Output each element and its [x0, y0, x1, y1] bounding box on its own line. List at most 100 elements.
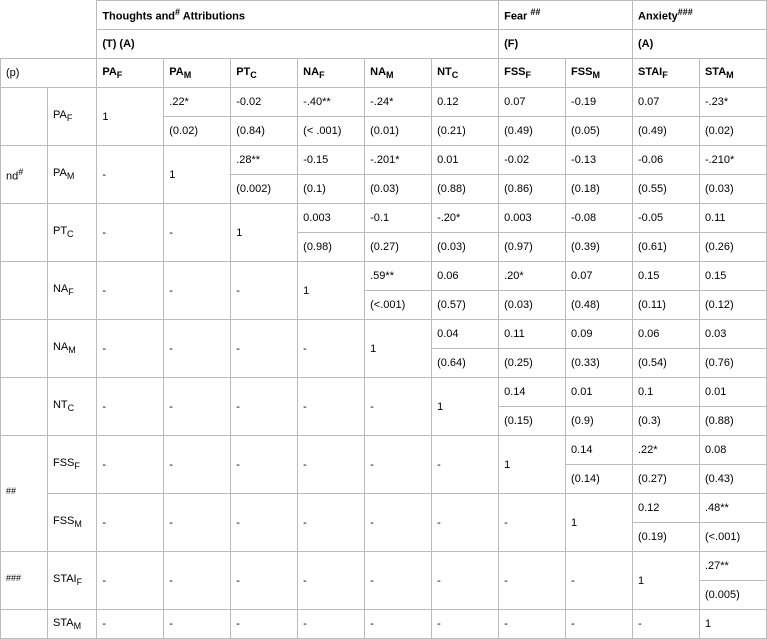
table-row: ##FSSF------10.14.22*0.08: [1, 436, 767, 465]
cell-r: -: [365, 494, 432, 552]
row-label: FSSM: [47, 494, 96, 552]
cell-r: -0.02: [499, 146, 566, 175]
cell-p: (0.002): [231, 175, 298, 204]
cell-p: (<.001): [365, 291, 432, 320]
cell-p: (0.61): [633, 233, 700, 262]
cell-r: -: [566, 552, 633, 610]
cell-r: -: [432, 494, 499, 552]
cell-r: -: [164, 436, 231, 494]
col-1: PAM: [164, 59, 231, 88]
group-header-thoughts: Thoughts and# Attributions: [97, 1, 499, 30]
cell-r: -: [97, 610, 164, 639]
cell-r: -: [633, 610, 700, 639]
cell-p: (0.19): [633, 523, 700, 552]
cell-p: (0.25): [499, 349, 566, 378]
cell-r: -: [97, 552, 164, 610]
cell-r: 0.04: [432, 320, 499, 349]
cell-r: 0.08: [699, 436, 766, 465]
cell-r: .48**: [699, 494, 766, 523]
cell-r: -: [231, 552, 298, 610]
row-group-label: ###: [1, 552, 48, 610]
row-label: PAF: [47, 88, 96, 146]
cell-p: (<.001): [699, 523, 766, 552]
cell-r: -.40**: [298, 88, 365, 117]
cell-r: -: [432, 552, 499, 610]
table-body: PAF1.22*-0.02-.40**-.24*0.120.07-0.190.0…: [1, 88, 767, 639]
cell-p: (0.21): [432, 117, 499, 146]
cell-r: 0.07: [566, 262, 633, 291]
row-group-label: ##: [1, 436, 48, 552]
cell-p: (0.03): [365, 175, 432, 204]
row-label: NTC: [47, 378, 96, 436]
table-row: NAF---1.59**0.06.20*0.070.150.15: [1, 262, 767, 291]
cell-r: -0.19: [566, 88, 633, 117]
cell-p: (0.3): [633, 407, 700, 436]
subheader-a: (A): [633, 30, 767, 59]
cell-r: 1: [298, 262, 365, 320]
cell-p: (0.11): [633, 291, 700, 320]
table-row: NTC-----10.140.010.10.01: [1, 378, 767, 407]
cell-p: (0.54): [633, 349, 700, 378]
cell-r: -: [365, 378, 432, 436]
cell-r: -: [97, 494, 164, 552]
cell-r: -: [298, 436, 365, 494]
cell-r: -0.15: [298, 146, 365, 175]
cell-p: (< .001): [298, 117, 365, 146]
cell-r: 0.1: [633, 378, 700, 407]
row-group-label: [1, 262, 48, 320]
cell-r: -: [164, 204, 231, 262]
row-group-label: [1, 204, 48, 262]
cell-r: -0.1: [365, 204, 432, 233]
col-5: NTC: [432, 59, 499, 88]
cell-p: (0.86): [499, 175, 566, 204]
cell-r: 1: [97, 88, 164, 146]
cell-r: -: [499, 610, 566, 639]
cell-r: -0.05: [633, 204, 700, 233]
cell-r: -: [499, 494, 566, 552]
cell-r: -: [365, 552, 432, 610]
cell-r: 0.07: [499, 88, 566, 117]
cell-r: -.20*: [432, 204, 499, 233]
cell-r: 1: [699, 610, 766, 639]
cell-r: -: [499, 552, 566, 610]
cell-p: (0.55): [633, 175, 700, 204]
col-9: STAM: [699, 59, 766, 88]
row-label: NAF: [47, 262, 96, 320]
cell-r: -: [164, 552, 231, 610]
cell-r: -: [164, 610, 231, 639]
cell-r: 1: [432, 378, 499, 436]
row-group-label: [1, 88, 48, 146]
subheader-f: (F): [499, 30, 633, 59]
cell-p: (0.15): [499, 407, 566, 436]
cell-p: (0.9): [566, 407, 633, 436]
cell-r: -: [231, 262, 298, 320]
cell-p: (0.98): [298, 233, 365, 262]
cell-r: -: [231, 436, 298, 494]
cell-r: .22*: [164, 88, 231, 117]
cell-r: -0.02: [231, 88, 298, 117]
cell-r: .28**: [231, 146, 298, 175]
cell-r: -: [164, 262, 231, 320]
cell-p: (0.14): [566, 465, 633, 494]
table-row: PAF1.22*-0.02-.40**-.24*0.120.07-0.190.0…: [1, 88, 767, 117]
cell-p: (0.43): [699, 465, 766, 494]
cell-r: -.210*: [699, 146, 766, 175]
cell-r: -: [164, 494, 231, 552]
table-row: FSSM-------10.12.48**: [1, 494, 767, 523]
cell-r: -.201*: [365, 146, 432, 175]
subheader-ta: (T) (A): [97, 30, 499, 59]
cell-r: 0.003: [298, 204, 365, 233]
cell-r: 0.06: [432, 262, 499, 291]
cell-p: (0.27): [633, 465, 700, 494]
cell-p: (0.33): [566, 349, 633, 378]
cell-r: 0.003: [499, 204, 566, 233]
row-group-label: nd#: [1, 146, 48, 204]
cell-r: -: [432, 436, 499, 494]
cell-r: -: [231, 610, 298, 639]
cell-r: .27**: [699, 552, 766, 581]
cell-p: (0.02): [699, 117, 766, 146]
cell-p: (0.01): [365, 117, 432, 146]
cell-p: (0.27): [365, 233, 432, 262]
cell-r: 0.01: [566, 378, 633, 407]
cell-r: -: [298, 378, 365, 436]
